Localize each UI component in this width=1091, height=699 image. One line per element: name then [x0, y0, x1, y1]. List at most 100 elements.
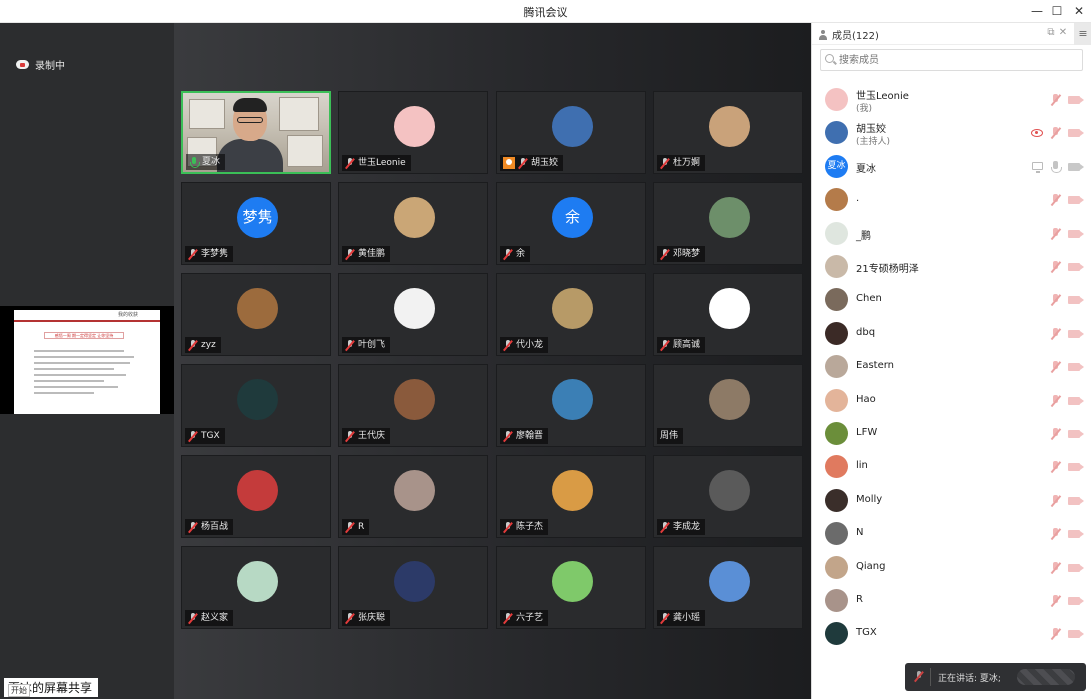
member-row[interactable]: . [812, 184, 1091, 217]
member-row[interactable]: Hao [812, 385, 1091, 418]
camera-off-icon[interactable] [1068, 563, 1084, 572]
camera-off-icon[interactable] [1068, 396, 1084, 405]
mic-muted-icon [660, 339, 670, 351]
member-row[interactable]: Eastern [812, 351, 1091, 384]
mic-muted-icon[interactable] [1050, 494, 1061, 507]
camera-off-icon[interactable] [1068, 630, 1084, 639]
participant-tile[interactable]: TGX [181, 364, 331, 447]
mic-muted-icon[interactable] [1050, 428, 1061, 440]
host-badge-icon [503, 157, 515, 169]
participant-tile[interactable]: 夏冰 [181, 91, 331, 174]
participant-tile[interactable]: 陈子杰 [496, 455, 646, 538]
mic-muted-icon[interactable] [1050, 361, 1061, 373]
participant-tile[interactable]: 杜万婀 [653, 91, 803, 174]
camera-off-icon[interactable] [1068, 229, 1084, 238]
avatar [709, 197, 750, 238]
camera-off-icon[interactable] [1068, 296, 1084, 305]
mic-muted-icon [503, 521, 513, 533]
mic-muted-icon[interactable] [1050, 528, 1061, 540]
member-row[interactable]: _鹏 [812, 218, 1091, 251]
member-row[interactable]: Chen [812, 284, 1091, 317]
participant-tile[interactable]: 六子艺 [496, 546, 646, 629]
participant-tile[interactable]: 周伟 [653, 364, 803, 447]
member-row[interactable]: lin [812, 451, 1091, 484]
member-row[interactable]: TGX [812, 618, 1091, 651]
mic-muted-icon[interactable] [1050, 561, 1061, 574]
member-row[interactable]: 胡玉姣 (主持人) [812, 117, 1091, 150]
participant-tile[interactable]: 代小龙 [496, 273, 646, 356]
member-row[interactable]: LFW [812, 418, 1091, 451]
participant-name-tag: 李成龙 [657, 519, 706, 535]
participant-name-tag: 六子艺 [500, 610, 549, 626]
member-avatar [825, 121, 848, 145]
camera-off-icon[interactable] [1068, 496, 1084, 505]
camera-off-icon[interactable] [1068, 329, 1084, 338]
participant-tile[interactable]: 黄佳鹏 [338, 182, 488, 265]
panel-menu-button[interactable]: ≡ [1074, 23, 1091, 45]
mic-muted-icon[interactable] [1050, 194, 1061, 206]
participant-tile[interactable]: 赵义家 [181, 546, 331, 629]
mic-icon[interactable] [1050, 160, 1062, 173]
start-button[interactable]: 开始 [8, 684, 30, 697]
close-button[interactable]: ✕ [1068, 2, 1090, 20]
participant-tile[interactable]: 世玉Leonie [338, 91, 488, 174]
mic-muted-icon[interactable] [1050, 394, 1061, 407]
recording-indicator[interactable]: 录制中 [16, 57, 65, 72]
mic-muted-icon[interactable] [1050, 127, 1061, 139]
camera-off-icon[interactable] [1068, 430, 1084, 438]
member-row[interactable]: R [812, 585, 1091, 618]
member-row[interactable]: N [812, 518, 1091, 551]
member-row[interactable]: Qiang [812, 552, 1091, 585]
participant-tile[interactable]: 龚小瑶 [653, 546, 803, 629]
minimize-button[interactable]: — [1026, 2, 1048, 20]
camera-off-icon[interactable] [1068, 196, 1084, 205]
participant-tile[interactable]: 王代庆 [338, 364, 488, 447]
camera-off-icon[interactable] [1068, 96, 1084, 104]
mic-muted-icon [345, 612, 355, 624]
mic-muted-icon[interactable] [1050, 628, 1061, 640]
screen-share-thumbnail[interactable]: 我的收获 感悟一周 期一定得坚定 让你坚持 [0, 306, 174, 414]
camera-icon[interactable] [1068, 162, 1084, 171]
avatar [237, 288, 278, 329]
mic-muted-icon[interactable] [1050, 227, 1061, 240]
mic-muted-icon [188, 339, 198, 351]
search-members-input[interactable] [820, 49, 1083, 71]
participant-tile[interactable]: 顾高诚 [653, 273, 803, 356]
member-row[interactable]: Molly [812, 485, 1091, 518]
member-name: Eastern [856, 360, 895, 372]
mic-muted-icon [503, 339, 513, 351]
mic-muted-icon[interactable] [1050, 261, 1061, 273]
participant-tile[interactable]: 廖翰晋 [496, 364, 646, 447]
camera-off-icon[interactable] [1068, 263, 1084, 271]
camera-off-icon[interactable] [1068, 363, 1084, 372]
participant-tile[interactable]: zyz [181, 273, 331, 356]
maximize-button[interactable]: ☐ [1046, 2, 1068, 20]
participant-tile[interactable]: 张庆聪 [338, 546, 488, 629]
avatar [237, 379, 278, 420]
participant-tile[interactable]: 梦隽 李梦隽 [181, 182, 331, 265]
mic-muted-icon[interactable] [1050, 461, 1061, 473]
participant-tile[interactable]: 邓晓梦 [653, 182, 803, 265]
participant-tile[interactable]: 杨百战 [181, 455, 331, 538]
close-panel-button[interactable]: ✕ [1057, 27, 1069, 38]
mic-muted-icon[interactable] [1050, 595, 1061, 607]
participant-tile[interactable]: 叶创飞 [338, 273, 488, 356]
mic-muted-icon [345, 248, 355, 260]
mic-muted-icon[interactable] [1050, 327, 1061, 340]
member-row[interactable]: 夏冰 夏冰 [812, 151, 1091, 184]
participant-tile[interactable]: 胡玉姣 [496, 91, 646, 174]
camera-off-icon[interactable] [1068, 129, 1084, 138]
participant-tile[interactable]: 李成龙 [653, 455, 803, 538]
camera-off-icon[interactable] [1068, 597, 1084, 605]
mic-muted-icon[interactable] [1050, 294, 1061, 306]
participant-tile[interactable]: R [338, 455, 488, 538]
camera-off-icon[interactable] [1068, 530, 1084, 539]
participant-tile[interactable]: 余余 [496, 182, 646, 265]
member-row[interactable]: 21专硕杨明泽 [812, 251, 1091, 284]
member-row[interactable]: 世玉Leonie (我) [812, 84, 1091, 117]
mic-muted-icon[interactable] [1050, 94, 1061, 106]
mic-muted-icon[interactable] [914, 671, 924, 683]
camera-off-icon[interactable] [1068, 463, 1084, 472]
popout-button[interactable]: ⧉ [1045, 27, 1057, 38]
member-row[interactable]: dbq [812, 318, 1091, 351]
